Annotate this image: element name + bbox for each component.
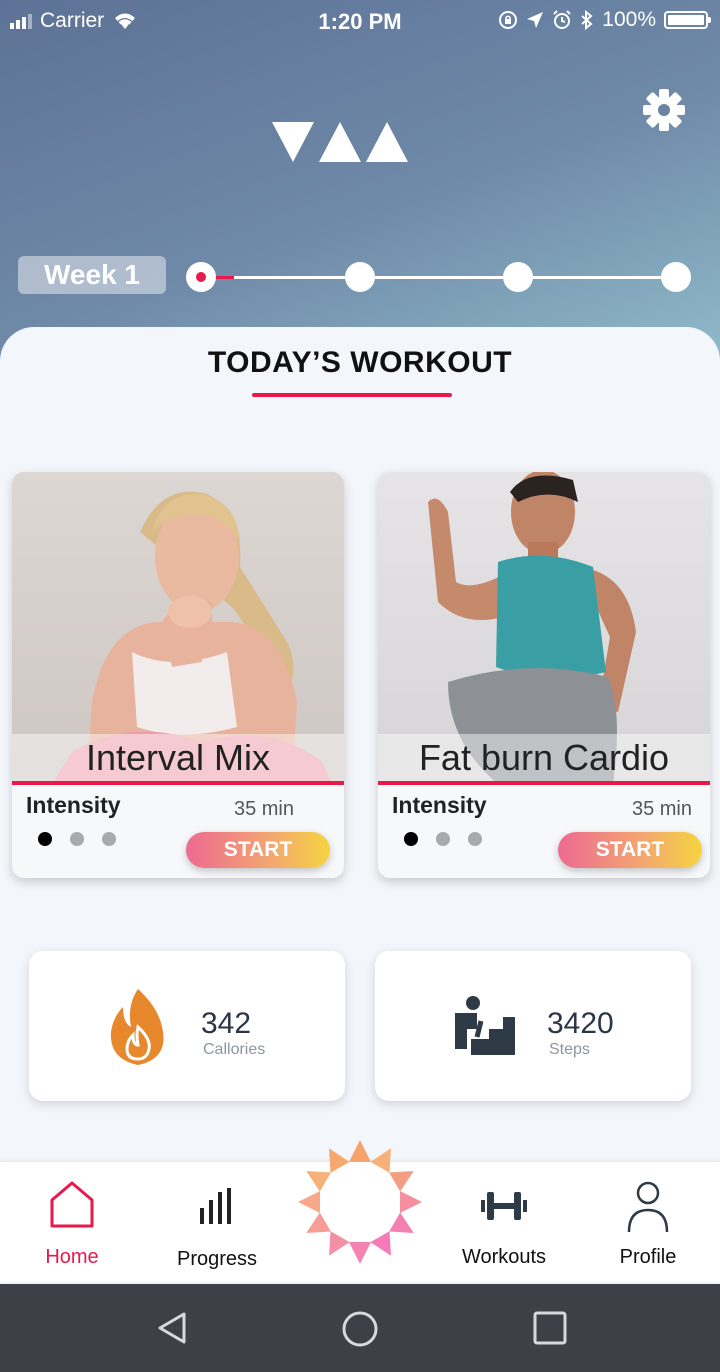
workout-card-interval-mix[interactable]: Interval Mix Intensity 35 min START xyxy=(12,472,344,878)
home-circle-icon[interactable] xyxy=(341,1310,379,1348)
back-icon[interactable] xyxy=(154,1310,190,1346)
starburst-petal xyxy=(400,1191,422,1213)
rotation-lock-icon xyxy=(499,11,518,29)
week-step-4[interactable] xyxy=(661,262,691,292)
intensity-dot xyxy=(38,832,52,846)
dumbbell-icon xyxy=(481,1192,527,1220)
week-step-3[interactable] xyxy=(503,262,533,292)
intensity-dot xyxy=(436,832,450,846)
starburst-petal xyxy=(349,1242,371,1264)
calories-label: Callories xyxy=(203,1041,266,1058)
card-divider xyxy=(12,781,344,785)
starburst-petal xyxy=(306,1212,331,1233)
starburst-petal xyxy=(349,1140,371,1162)
tab-label: Profile xyxy=(619,1246,677,1268)
starburst-petal xyxy=(329,1148,350,1173)
week-step-2[interactable] xyxy=(345,262,375,292)
calories-value: 342 xyxy=(201,1007,252,1040)
starburst-petal xyxy=(298,1191,320,1213)
location-icon xyxy=(527,12,544,28)
alarm-icon xyxy=(553,10,571,29)
tab-progress[interactable]: Progress xyxy=(145,1162,289,1282)
tab-label: Home xyxy=(45,1246,99,1268)
intensity-label: Intensity xyxy=(26,792,121,818)
start-button[interactable]: START xyxy=(186,832,330,868)
status-bar: Carrier 1:20 PM 100% xyxy=(0,0,720,44)
home-icon xyxy=(50,1181,94,1228)
intensity-dot xyxy=(70,832,84,846)
steps-value: 3420 xyxy=(547,1007,614,1040)
tab-workouts[interactable]: Workouts xyxy=(432,1162,576,1282)
workout-duration: 35 min xyxy=(233,798,294,820)
tab-home[interactable]: Home xyxy=(0,1162,144,1282)
tab-label: Progress xyxy=(176,1248,258,1270)
week-progress-track xyxy=(200,276,676,279)
intensity-dots xyxy=(38,832,116,846)
starburst-petal xyxy=(329,1231,350,1256)
bar-chart-icon xyxy=(200,1188,231,1224)
person-icon xyxy=(627,1181,669,1233)
title-underline xyxy=(252,393,452,397)
settings-gear-icon[interactable] xyxy=(638,84,690,136)
starburst-icon[interactable] xyxy=(298,1138,422,1266)
section-title: TODAY’S WORKOUT xyxy=(207,346,513,379)
starburst-petal xyxy=(306,1171,331,1192)
tab-profile[interactable]: Profile xyxy=(576,1162,720,1282)
bluetooth-icon xyxy=(581,10,593,30)
workout-card-fat-burn-cardio[interactable]: Fat burn Cardio Intensity 35 min START xyxy=(378,472,710,878)
intensity-dot xyxy=(468,832,482,846)
flame-icon xyxy=(110,989,164,1065)
header-hero xyxy=(0,0,720,360)
battery-icon xyxy=(664,11,711,29)
tab-label: Workouts xyxy=(461,1246,547,1268)
app-logo xyxy=(272,122,408,162)
starburst-petal xyxy=(389,1171,414,1192)
starburst-petal xyxy=(389,1212,414,1233)
workout-name: Interval Mix xyxy=(12,734,344,782)
steps-stat-card: 3420 Steps xyxy=(375,951,691,1101)
calories-stat-card: 342 Callories xyxy=(29,951,345,1101)
intensity-dot xyxy=(102,832,116,846)
week-label[interactable]: Week 1 xyxy=(18,256,166,294)
starburst-petal xyxy=(370,1148,391,1173)
start-button[interactable]: START xyxy=(558,832,702,868)
workout-name: Fat burn Cardio xyxy=(378,734,710,782)
intensity-dot xyxy=(404,832,418,846)
card-divider xyxy=(378,781,710,785)
intensity-dots xyxy=(404,832,482,846)
stairs-climber-icon xyxy=(455,996,515,1055)
week-step-1[interactable] xyxy=(186,262,216,292)
system-nav-bar xyxy=(0,1284,720,1372)
steps-label: Steps xyxy=(549,1041,590,1058)
intensity-label: Intensity xyxy=(392,792,487,818)
starburst-petal xyxy=(370,1231,391,1256)
workout-duration: 35 min xyxy=(631,798,692,820)
battery-percent: 100% xyxy=(602,8,656,31)
recents-icon[interactable] xyxy=(532,1310,568,1346)
